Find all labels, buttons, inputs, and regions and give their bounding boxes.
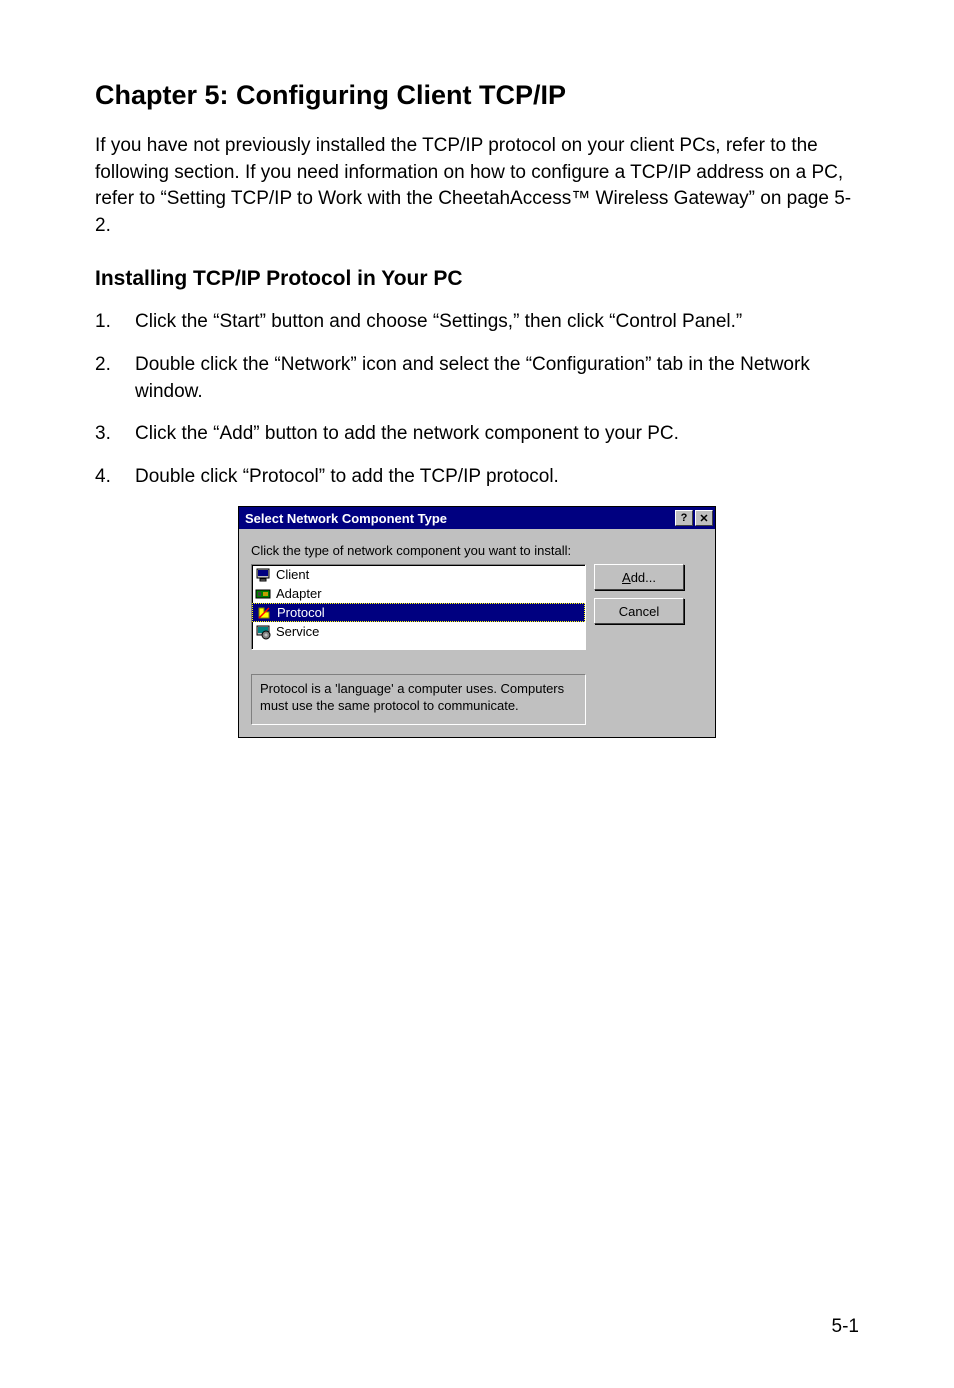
help-button[interactable]: ? (675, 510, 693, 526)
service-icon (254, 624, 272, 640)
client-icon (254, 567, 272, 583)
step-3: 3. Click the “Add” button to add the net… (95, 421, 859, 448)
page-number: 5-1 (832, 1316, 859, 1338)
list-item-label: Client (276, 567, 309, 582)
step-text: Double click “Protocol” to add the TCP/I… (135, 464, 859, 491)
cancel-button[interactable]: Cancel (594, 598, 684, 624)
step-4: 4. Double click “Protocol” to add the TC… (95, 464, 859, 491)
chapter-title: Chapter 5: Configuring Client TCP/IP (95, 80, 859, 111)
step-2: 2. Double click the “Network” icon and s… (95, 352, 859, 405)
add-button-mnemonic: A (622, 570, 631, 585)
list-item-protocol[interactable]: Protocol (252, 603, 585, 622)
select-network-component-dialog: Select Network Component Type ? ✕ Click … (238, 506, 716, 738)
step-1: 1. Click the “Start” button and choose “… (95, 309, 859, 336)
list-item-service[interactable]: Service (252, 622, 585, 641)
component-description: Protocol is a 'language' a computer uses… (251, 674, 586, 725)
step-text: Double click the “Network” icon and sele… (135, 352, 859, 405)
list-item-label: Service (276, 624, 319, 639)
adapter-icon (254, 586, 272, 602)
component-type-listbox[interactable]: Client Adapter Protocol (251, 564, 586, 650)
list-item-label: Protocol (277, 605, 325, 620)
list-item-client[interactable]: Client (252, 565, 585, 584)
add-button-suffix: dd... (631, 570, 656, 585)
protocol-icon (255, 605, 273, 621)
step-number: 2. (95, 352, 135, 405)
section-title: Installing TCP/IP Protocol in Your PC (95, 267, 859, 291)
step-number: 1. (95, 309, 135, 336)
dialog-instruction: Click the type of network component you … (251, 543, 703, 558)
titlebar-controls: ? ✕ (673, 510, 713, 526)
list-item-label: Adapter (276, 586, 322, 601)
dialog-titlebar: Select Network Component Type ? ✕ (239, 507, 715, 529)
close-button[interactable]: ✕ (695, 510, 713, 526)
step-number: 3. (95, 421, 135, 448)
add-button[interactable]: Add... (594, 564, 684, 590)
intro-paragraph: If you have not previously installed the… (95, 133, 859, 239)
list-item-adapter[interactable]: Adapter (252, 584, 585, 603)
step-text: Click the “Start” button and choose “Set… (135, 309, 859, 336)
step-number: 4. (95, 464, 135, 491)
dialog-body: Click the type of network component you … (239, 529, 715, 737)
dialog-title: Select Network Component Type (243, 511, 447, 526)
step-text: Click the “Add” button to add the networ… (135, 421, 859, 448)
